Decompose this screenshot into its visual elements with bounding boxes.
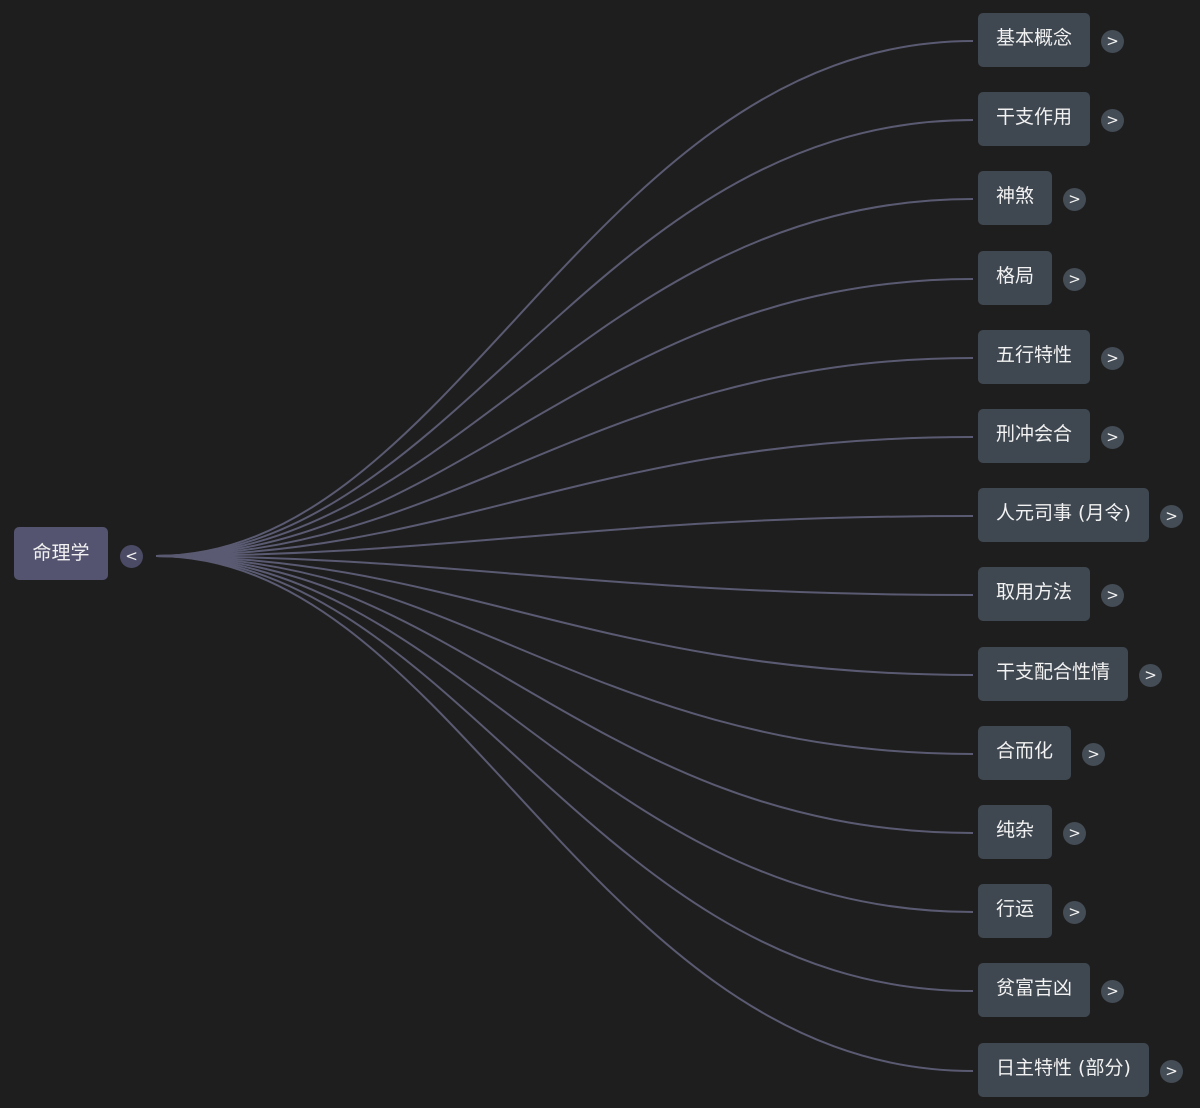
expand-toggle-icon[interactable]: > — [1101, 584, 1124, 607]
connector-line — [155, 555, 974, 676]
child-node-label: 神煞 — [996, 185, 1035, 207]
child-node-label: 干支作用 — [996, 106, 1073, 128]
child-node-label: 五行特性 — [996, 344, 1073, 366]
child-node-label: 取用方法 — [996, 581, 1073, 603]
child-node-label: 基本概念 — [996, 27, 1073, 49]
expand-toggle-icon[interactable]: > — [1160, 1060, 1183, 1083]
child-node[interactable]: 纯杂 — [978, 805, 1053, 859]
connector-line — [155, 555, 974, 992]
connector-line — [155, 119, 974, 557]
child-node-label: 行运 — [996, 898, 1035, 920]
mindmap-canvas — [155, 40, 974, 1072]
connector-line — [155, 436, 974, 557]
expand-toggle-icon[interactable]: > — [1063, 268, 1086, 291]
connector-line — [155, 555, 974, 834]
child-node-label: 纯杂 — [996, 819, 1035, 841]
connector-line — [155, 555, 974, 1072]
child-node-label: 刑冲会合 — [996, 423, 1073, 445]
expand-toggle-icon[interactable]: > — [1101, 109, 1124, 132]
connector-line — [155, 198, 974, 557]
connector-line — [155, 555, 974, 596]
child-node[interactable]: 人元司事 (月令) — [978, 488, 1149, 542]
expand-toggle-icon[interactable]: > — [1101, 347, 1124, 370]
child-node[interactable]: 五行特性 — [978, 330, 1091, 384]
child-node[interactable]: 贫富吉凶 — [978, 963, 1091, 1017]
collapse-toggle-icon[interactable]: < — [120, 545, 143, 568]
expand-toggle-icon[interactable]: > — [1160, 505, 1183, 528]
expand-toggle-icon[interactable]: > — [1063, 188, 1086, 211]
child-node-label: 贫富吉凶 — [996, 977, 1073, 999]
expand-toggle-icon[interactable]: > — [1082, 743, 1105, 766]
child-node[interactable]: 格局 — [978, 251, 1053, 305]
child-node-label: 格局 — [996, 265, 1035, 287]
connector-line — [155, 555, 974, 913]
child-node-label: 人元司事 (月令) — [996, 502, 1131, 524]
child-node[interactable]: 干支作用 — [978, 92, 1091, 146]
child-node-label: 干支配合性情 — [996, 661, 1111, 683]
expand-toggle-icon[interactable]: > — [1101, 426, 1124, 449]
expand-toggle-icon[interactable]: > — [1063, 901, 1086, 924]
expand-toggle-icon[interactable]: > — [1063, 822, 1086, 845]
root-node-label: 命理学 — [32, 542, 90, 564]
connector-line — [155, 278, 974, 557]
expand-toggle-icon[interactable]: > — [1101, 980, 1124, 1003]
connector-group — [155, 40, 974, 1072]
child-node-label: 合而化 — [996, 740, 1054, 762]
child-node[interactable]: 行运 — [978, 884, 1053, 938]
child-node[interactable]: 取用方法 — [978, 567, 1091, 621]
expand-toggle-icon[interactable]: > — [1139, 664, 1162, 687]
child-node[interactable]: 干支配合性情 — [978, 647, 1129, 701]
child-node[interactable]: 日主特性 (部分) — [978, 1043, 1149, 1097]
child-node-label: 日主特性 (部分) — [996, 1057, 1131, 1079]
root-node[interactable]: 命理学 — [14, 527, 108, 580]
expand-toggle-icon[interactable]: > — [1101, 30, 1124, 53]
child-node[interactable]: 合而化 — [978, 726, 1072, 780]
child-node[interactable]: 基本概念 — [978, 13, 1091, 67]
child-node[interactable]: 刑冲会合 — [978, 409, 1091, 463]
child-node[interactable]: 神煞 — [978, 171, 1053, 225]
connector-line — [155, 40, 974, 557]
